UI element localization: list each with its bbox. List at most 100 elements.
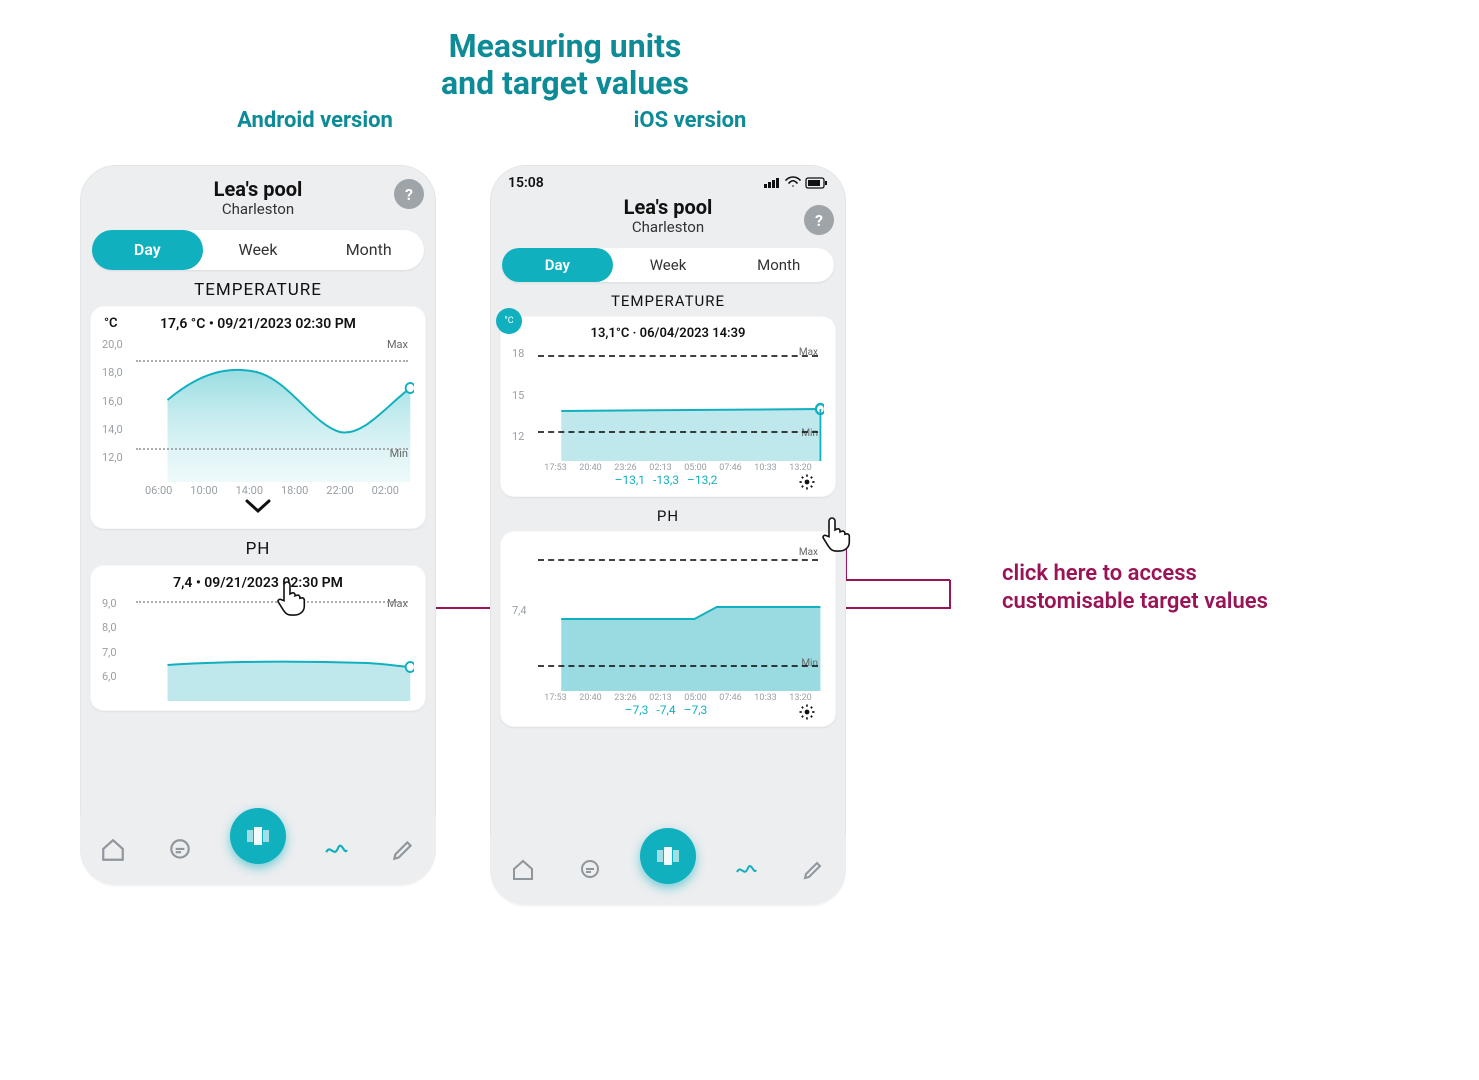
tab-day[interactable]: Day xyxy=(92,230,203,270)
ytick: 6,0 xyxy=(102,670,132,683)
nav-edit[interactable] xyxy=(796,853,830,887)
home-icon xyxy=(511,858,535,882)
ios-temp-heading: 13,1°C · 06/04/2023 14:39 xyxy=(512,326,824,341)
max-threshold-line xyxy=(538,355,818,357)
ytick: 15 xyxy=(512,389,536,402)
ios-version-label: iOS version xyxy=(560,108,820,133)
nav-edit[interactable] xyxy=(386,833,420,867)
ios-bottom-nav xyxy=(490,835,846,905)
xtick: 20:40 xyxy=(573,463,608,473)
legend-min: –7,3 xyxy=(625,703,649,717)
chart-settings-button[interactable] xyxy=(798,703,816,721)
callout-text: click here to access customisable target… xyxy=(1002,560,1268,615)
doc-stage: Measuring units and target values Androi… xyxy=(0,0,1479,1080)
legend-avg: -7,4 xyxy=(656,703,675,717)
ytick: 14,0 xyxy=(102,423,132,436)
android-ph-reading: 7,4 • 09/21/2023 02:30 PM xyxy=(173,575,343,591)
min-label: Min xyxy=(801,658,818,669)
help-button[interactable]: ? xyxy=(804,205,834,235)
tab-week[interactable]: Week xyxy=(203,230,314,270)
android-ph-section-title: PH xyxy=(80,539,436,559)
expand-settings-chevron[interactable] xyxy=(102,497,414,519)
xtick: 17:53 xyxy=(538,693,573,703)
android-header: Lea's pool Charleston ? xyxy=(80,165,436,226)
nav-chat[interactable] xyxy=(163,833,197,867)
min-threshold-line xyxy=(136,448,408,450)
doc-title-line1: Measuring units xyxy=(449,27,682,65)
ios-ph-yaxis: 7,4 xyxy=(512,547,536,673)
ios-temp-yaxis: 18 15 12 xyxy=(512,347,536,443)
chat-icon xyxy=(167,837,193,863)
xtick: 02:00 xyxy=(363,484,408,497)
gear-icon xyxy=(798,473,816,491)
ios-range-segmented: Day Week Month xyxy=(502,248,834,282)
gear-icon xyxy=(798,703,816,721)
min-label: Min xyxy=(801,428,818,439)
nav-home[interactable] xyxy=(96,833,130,867)
max-label: Max xyxy=(799,547,818,558)
pointer-hand-icon xyxy=(818,512,860,554)
android-temp-card: °C 17,6 °C • 09/21/2023 02:30 PM 20,0 18… xyxy=(90,306,426,529)
chart-settings-button[interactable] xyxy=(798,473,816,491)
android-pool-sub: Charleston xyxy=(130,200,386,218)
callout-line1: click here to access xyxy=(1002,561,1197,586)
ios-temp-reading: 13,1°C · 06/04/2023 14:39 xyxy=(591,326,746,341)
xtick: 14:00 xyxy=(227,484,272,497)
ios-ph-area-plot xyxy=(538,541,824,691)
ios-temp-section-title: TEMPERATURE xyxy=(490,292,846,310)
activity-icon xyxy=(323,837,349,863)
nav-chat[interactable] xyxy=(573,853,607,887)
xtick: 20:40 xyxy=(573,693,608,703)
doc-title: Measuring units and target values xyxy=(350,28,780,102)
ios-ph-xaxis: 17:53 20:40 23:26 02:13 05:00 07:46 10:3… xyxy=(512,693,824,703)
nav-charts[interactable] xyxy=(319,833,353,867)
xtick: 10:33 xyxy=(748,693,783,703)
xtick: 07:46 xyxy=(713,463,748,473)
xtick: 02:13 xyxy=(643,463,678,473)
android-ph-yaxis: 9,0 8,0 7,0 6,0 xyxy=(102,597,132,683)
chat-icon xyxy=(578,858,602,882)
xtick: 05:00 xyxy=(678,463,713,473)
legend-max: –7,3 xyxy=(684,703,708,717)
android-temp-unit: °C xyxy=(104,316,118,331)
doc-title-line2: and target values xyxy=(441,64,689,102)
nav-charts[interactable] xyxy=(729,853,763,887)
max-label: Max xyxy=(387,338,408,351)
ytick: 20,0 xyxy=(102,338,132,351)
xtick: 23:26 xyxy=(608,463,643,473)
ios-header: Lea's pool Charleston ? xyxy=(490,191,846,244)
android-temp-section-title: TEMPERATURE xyxy=(80,280,436,300)
nav-home[interactable] xyxy=(506,853,540,887)
ytick: 8,0 xyxy=(102,621,132,634)
chevron-down-icon xyxy=(244,497,272,515)
callout-line2: customisable target values xyxy=(1002,589,1268,614)
android-pool-title: Lea's pool xyxy=(130,179,386,200)
android-ph-heading: 7,4 • 09/21/2023 02:30 PM xyxy=(102,575,414,591)
ytick: 9,0 xyxy=(102,597,132,610)
tab-day[interactable]: Day xyxy=(502,248,613,282)
tab-week[interactable]: Week xyxy=(613,248,724,282)
ios-ph-chart: 7,4 Max Min xyxy=(512,541,824,691)
legend-max: –13,2 xyxy=(687,473,717,487)
ytick: 12 xyxy=(512,430,536,443)
ios-ph-section-title: PH xyxy=(490,507,846,525)
max-threshold-line xyxy=(136,360,408,362)
android-temp-heading: °C 17,6 °C • 09/21/2023 02:30 PM xyxy=(102,316,414,332)
xtick: 23:26 xyxy=(608,693,643,703)
ios-temp-legend: –13,1 -13,3 –13,2 xyxy=(512,473,824,487)
ios-temp-card: °C 13,1°C · 06/04/2023 14:39 18 15 12 Ma… xyxy=(500,316,836,497)
xtick: 22:00 xyxy=(317,484,362,497)
nav-fab-scan[interactable] xyxy=(230,808,286,864)
nav-fab-scan[interactable] xyxy=(640,828,696,884)
min-threshold-line xyxy=(538,431,818,433)
android-temp-yaxis: 20,0 18,0 16,0 14,0 12,0 xyxy=(102,338,132,464)
android-ph-card: 7,4 • 09/21/2023 02:30 PM 9,0 8,0 7,0 6,… xyxy=(90,565,426,711)
android-phone: Lea's pool Charleston ? Day Week Month T… xyxy=(80,165,436,885)
help-button[interactable]: ? xyxy=(394,179,424,209)
tab-month[interactable]: Month xyxy=(313,230,424,270)
ios-ph-card: 7,4 Max Min 17:53 20:40 23:26 02:13 05:0… xyxy=(500,531,836,727)
android-temp-area-plot xyxy=(136,332,414,482)
ios-ph-legend: –7,3 -7,4 –7,3 xyxy=(512,703,824,717)
max-label: Max xyxy=(387,597,408,610)
tab-month[interactable]: Month xyxy=(723,248,834,282)
